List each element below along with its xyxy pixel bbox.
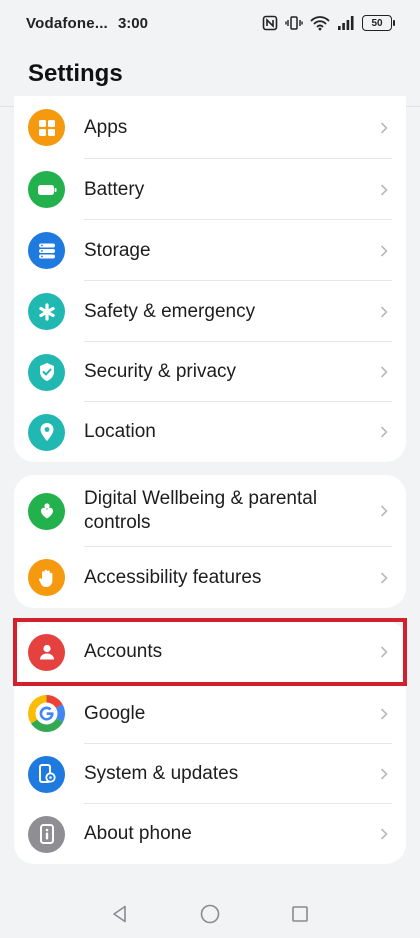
settings-item-security-privacy[interactable]: Security & privacy xyxy=(14,342,406,402)
wifi-icon xyxy=(310,15,330,31)
settings-item-system-updates[interactable]: System & updates xyxy=(14,744,406,804)
settings-item-label: System & updates xyxy=(84,763,239,784)
storage-icon xyxy=(28,232,65,269)
back-icon[interactable] xyxy=(109,903,131,925)
settings-item-accessibility[interactable]: Accessibility features xyxy=(14,547,406,608)
settings-item-label: Digital Wellbeing & parental controls xyxy=(84,488,318,533)
settings-item-safety-emergency[interactable]: Safety & emergency xyxy=(14,281,406,342)
navigation-bar xyxy=(0,890,420,938)
settings-item-label: Accessibility features xyxy=(84,566,262,588)
nfc-icon xyxy=(262,15,278,31)
vibrate-icon xyxy=(285,15,303,31)
settings-item-label: Safety & emergency xyxy=(84,300,256,322)
settings-item-label: Battery xyxy=(84,178,145,200)
chevron-right-icon xyxy=(380,707,388,720)
settings-item-label: Accounts xyxy=(84,641,163,662)
chevron-right-icon xyxy=(380,505,388,517)
battery-icon: 50 xyxy=(362,15,395,31)
settings-group-3: Accounts Google System & updates About p… xyxy=(14,621,406,864)
person-icon xyxy=(28,633,65,671)
settings-item-label: Apps xyxy=(84,116,128,138)
chevron-right-icon xyxy=(380,244,388,257)
settings-item-label: About phone xyxy=(84,823,192,844)
info-phone-icon xyxy=(28,815,65,853)
settings-item-apps[interactable]: Apps xyxy=(14,96,406,159)
google-icon xyxy=(28,695,65,732)
shield-check-icon xyxy=(28,353,65,391)
chevron-right-icon xyxy=(380,646,388,658)
phone-gear-icon xyxy=(28,755,65,793)
settings-item-label: Security & privacy xyxy=(84,361,237,382)
home-icon[interactable] xyxy=(199,903,221,925)
page-title: Settings xyxy=(28,60,123,87)
settings-item-storage[interactable]: Storage xyxy=(14,220,406,281)
settings-item-label: Location xyxy=(84,421,156,442)
chevron-right-icon xyxy=(380,768,388,780)
settings-item-about-phone[interactable]: About phone xyxy=(14,804,406,864)
settings-item-digital-wellbeing[interactable]: Digital Wellbeing & parental controls xyxy=(14,475,406,547)
chevron-right-icon xyxy=(380,183,388,196)
settings-item-google[interactable]: Google xyxy=(14,683,406,744)
apps-icon xyxy=(28,109,65,146)
chevron-right-icon xyxy=(380,571,388,584)
chevron-right-icon xyxy=(380,305,388,318)
wellbeing-heart-icon xyxy=(28,492,65,530)
settings-group-2: Digital Wellbeing & parental controls Ac… xyxy=(14,475,406,608)
location-pin-icon xyxy=(28,413,65,451)
status-time: 3:00 xyxy=(117,14,148,32)
carrier-name: Vodafone... xyxy=(26,14,108,32)
recents-icon[interactable] xyxy=(289,903,311,925)
settings-item-label: Storage xyxy=(84,239,151,261)
status-bar: Vodafone... 3:00 50 xyxy=(0,0,420,46)
hand-icon xyxy=(28,559,65,596)
chevron-right-icon xyxy=(380,426,388,438)
chevron-right-icon xyxy=(380,828,388,840)
settings-item-accounts[interactable]: Accounts xyxy=(14,621,406,683)
asterisk-icon xyxy=(28,293,65,330)
settings-item-label: Google xyxy=(84,702,146,724)
chevron-right-icon xyxy=(380,366,388,378)
settings-item-location[interactable]: Location xyxy=(14,402,406,462)
battery-icon xyxy=(28,171,65,208)
settings-item-battery[interactable]: Battery xyxy=(14,159,406,220)
settings-group-1: Apps Battery Storage Safety & emergency … xyxy=(14,96,406,462)
signal-icon xyxy=(337,15,355,31)
chevron-right-icon xyxy=(380,121,388,134)
